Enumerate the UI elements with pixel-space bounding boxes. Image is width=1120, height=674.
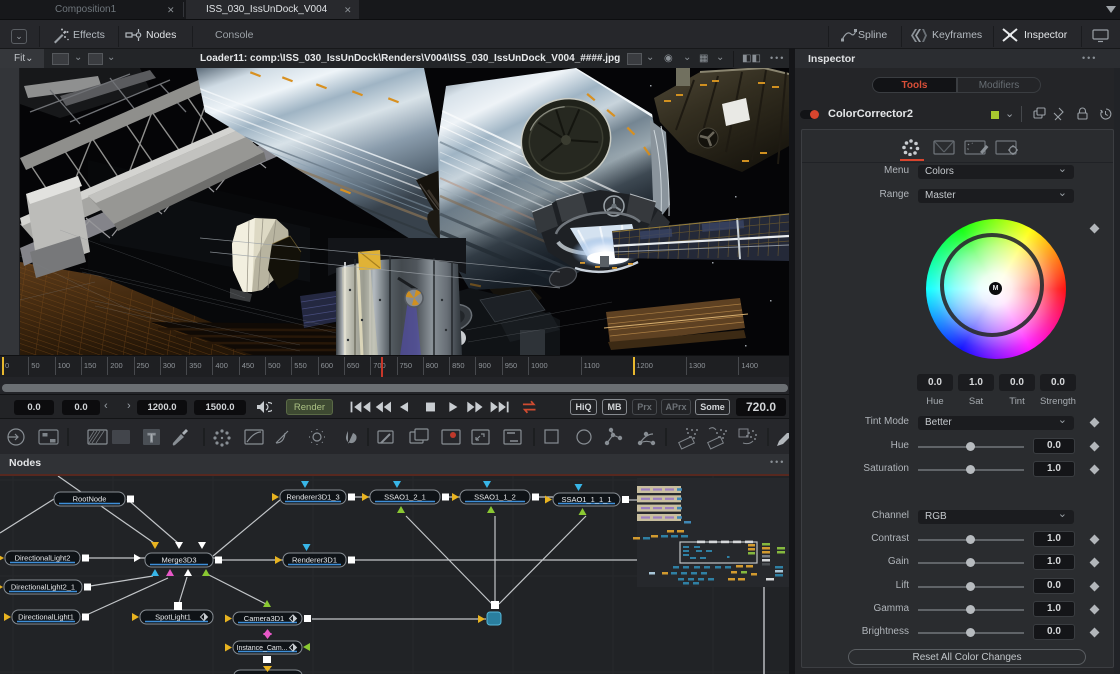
svg-text:SpotLight1: SpotLight1 [155, 613, 191, 622]
svg-text:Merge3D3: Merge3D3 [161, 556, 196, 565]
svg-text:DirectionalLight1: DirectionalLight1 [18, 613, 74, 622]
svg-text:Camera3D1: Camera3D1 [244, 614, 284, 623]
svg-text:SSAO1_1_2: SSAO1_1_2 [474, 493, 516, 502]
svg-text:DirectionalLight2: DirectionalLight2 [15, 554, 71, 563]
svg-text:Instance_Cam...: Instance_Cam... [237, 645, 288, 652]
svg-text:DirectionalLight2_1: DirectionalLight2_1 [11, 583, 75, 592]
svg-text:Renderer3D1: Renderer3D1 [292, 556, 337, 565]
svg-text:RootNode: RootNode [73, 495, 107, 504]
svg-text:T: T [148, 431, 156, 445]
svg-text:Renderer3D1_3: Renderer3D1_3 [286, 493, 339, 502]
svg-text:SSAO1_1_1_1: SSAO1_1_1_1 [561, 495, 611, 504]
svg-text:SSAO1_2_1: SSAO1_2_1 [384, 493, 426, 502]
